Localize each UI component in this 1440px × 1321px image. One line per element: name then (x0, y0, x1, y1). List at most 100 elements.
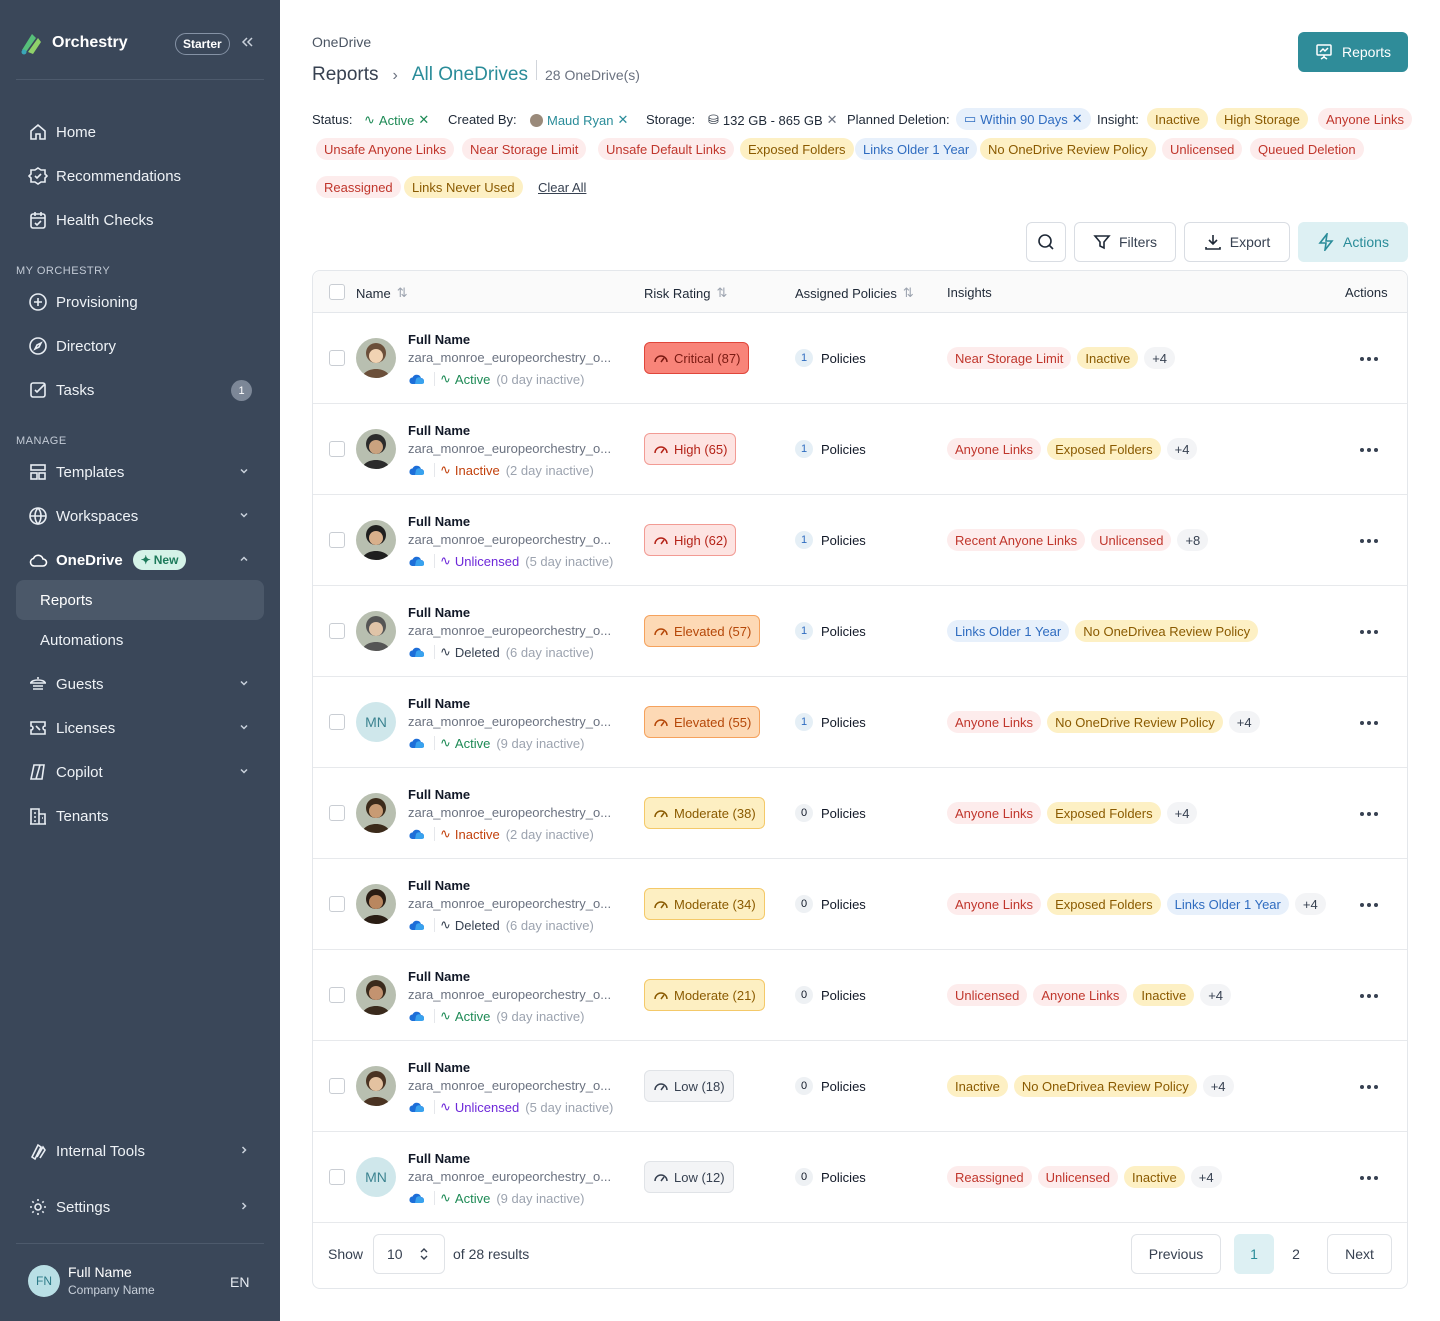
page-2-button[interactable]: 2 (1276, 1234, 1316, 1274)
table-row[interactable]: Full Name zara_monroe_europeorchestry_o.… (313, 586, 1407, 677)
breadcrumb-reports[interactable]: Reports (312, 64, 379, 86)
more-insights-chip[interactable]: +4 (1202, 1075, 1234, 1097)
insight-filter-chip[interactable]: Near Storage Limit (462, 138, 587, 160)
more-actions-icon[interactable] (1360, 1085, 1378, 1089)
assigned-policies[interactable]: 1 Policies (795, 349, 866, 367)
assigned-policies[interactable]: 1 Policies (795, 622, 866, 640)
row-checkbox[interactable] (329, 532, 345, 548)
user-full-name[interactable]: Full Name (408, 1151, 470, 1166)
row-checkbox[interactable] (329, 1078, 345, 1094)
table-row[interactable]: Full Name zara_monroe_europeorchestry_o.… (313, 859, 1407, 950)
more-actions-icon[interactable] (1360, 448, 1378, 452)
table-row[interactable]: Full Name zara_monroe_europeorchestry_o.… (313, 950, 1407, 1041)
insight-filter-chip[interactable]: Queued Deletion (1250, 138, 1364, 160)
more-actions-icon[interactable] (1360, 1176, 1378, 1180)
user-full-name[interactable]: Full Name (408, 878, 470, 893)
insight-filter-chip[interactable]: No OneDrive Review Policy (980, 138, 1156, 160)
nav-onedrive[interactable]: OneDrive ✦ New (16, 540, 264, 580)
nav-tenants[interactable]: Tenants (16, 796, 264, 836)
more-insights-chip[interactable]: +4 (1294, 893, 1326, 915)
nav-home[interactable]: Home (16, 112, 264, 152)
assigned-policies[interactable]: 0 Policies (795, 1168, 866, 1186)
export-button[interactable]: Export (1184, 222, 1290, 262)
nav-settings[interactable]: Settings (16, 1187, 264, 1227)
row-checkbox[interactable] (329, 1169, 345, 1185)
assigned-policies[interactable]: 0 Policies (795, 895, 866, 913)
remove-filter-icon[interactable]: ✕ (1072, 111, 1083, 127)
insight-filter-chip[interactable]: Inactive (1147, 108, 1208, 130)
nav-reports[interactable]: Reports (16, 580, 264, 620)
table-row[interactable]: Full Name zara_monroe_europeorchestry_o.… (313, 404, 1407, 495)
user-full-name[interactable]: Full Name (408, 605, 470, 620)
user-full-name[interactable]: Full Name (408, 1060, 470, 1075)
table-row[interactable]: Full Name zara_monroe_europeorchestry_o.… (313, 1041, 1407, 1132)
insight-filter-chip[interactable]: Exposed Folders (740, 138, 854, 160)
assigned-policies[interactable]: 0 Policies (795, 1077, 866, 1095)
remove-filter-icon[interactable]: ✕ (617, 112, 628, 128)
more-actions-icon[interactable] (1360, 903, 1378, 907)
row-checkbox[interactable] (329, 714, 345, 730)
user-full-name[interactable]: Full Name (408, 787, 470, 802)
more-insights-chip[interactable]: +4 (1228, 711, 1260, 733)
brand[interactable]: Orchestry (18, 30, 128, 56)
insight-filter-chip[interactable]: Links Never Used (404, 176, 523, 198)
column-risk[interactable]: Risk Rating ⇅ (644, 285, 727, 301)
user-full-name[interactable]: Full Name (408, 332, 470, 347)
nav-workspaces[interactable]: Workspaces (16, 496, 264, 536)
assigned-policies[interactable]: 1 Policies (795, 713, 866, 731)
more-insights-chip[interactable]: +4 (1200, 984, 1232, 1006)
more-insights-chip[interactable]: +8 (1177, 529, 1209, 551)
row-checkbox[interactable] (329, 623, 345, 639)
user-full-name[interactable]: Full Name (408, 423, 470, 438)
remove-filter-icon[interactable]: ✕ (827, 112, 838, 128)
more-insights-chip[interactable]: +4 (1166, 802, 1198, 824)
clear-all-link[interactable]: Clear All (538, 180, 586, 195)
more-actions-icon[interactable] (1360, 721, 1378, 725)
nav-internal-tools[interactable]: Internal Tools (16, 1131, 264, 1171)
assigned-policies[interactable]: 0 Policies (795, 986, 866, 1004)
more-actions-icon[interactable] (1360, 812, 1378, 816)
collapse-sidebar-icon[interactable] (240, 35, 254, 49)
column-name[interactable]: Name ⇅ (356, 285, 408, 301)
page-size-select[interactable]: 10 (373, 1234, 445, 1274)
more-insights-chip[interactable]: +4 (1144, 347, 1176, 369)
table-row[interactable]: Full Name zara_monroe_europeorchestry_o.… (313, 495, 1407, 586)
remove-filter-icon[interactable]: ✕ (418, 112, 429, 128)
nav-directory[interactable]: Directory (16, 326, 264, 366)
nav-recommendations[interactable]: Recommendations (16, 156, 264, 196)
search-button[interactable] (1026, 222, 1066, 262)
select-all-checkbox[interactable] (329, 284, 345, 300)
more-insights-chip[interactable]: +4 (1166, 438, 1198, 460)
table-row[interactable]: MN Full Name zara_monroe_europeorchestry… (313, 677, 1407, 768)
previous-button[interactable]: Previous (1131, 1234, 1221, 1274)
user-profile[interactable]: FN Full Name Company Name (28, 1264, 155, 1297)
insight-filter-chip[interactable]: Links Older 1 Year (855, 138, 978, 160)
user-full-name[interactable]: Full Name (408, 696, 470, 711)
insight-filter-chip[interactable]: Unsafe Default Links (598, 138, 734, 160)
more-actions-icon[interactable] (1360, 994, 1378, 998)
row-checkbox[interactable] (329, 896, 345, 912)
user-full-name[interactable]: Full Name (408, 514, 470, 529)
reports-button[interactable]: Reports (1298, 32, 1408, 72)
nav-tasks[interactable]: Tasks 1 (16, 370, 264, 410)
nav-automations[interactable]: Automations (16, 620, 264, 660)
nav-provisioning[interactable]: Provisioning (16, 282, 264, 322)
insight-filter-chip[interactable]: Anyone Links (1318, 108, 1413, 130)
nav-licenses[interactable]: Licenses (16, 708, 264, 748)
assigned-policies[interactable]: 1 Policies (795, 440, 866, 458)
filter-deletion-chip[interactable]: ▭ Within 90 Days ✕ (956, 108, 1091, 130)
nav-templates[interactable]: Templates (16, 452, 264, 492)
row-checkbox[interactable] (329, 350, 345, 366)
insight-filter-chip[interactable]: High Storage (1216, 108, 1308, 130)
filters-button[interactable]: Filters (1074, 222, 1176, 262)
more-actions-icon[interactable] (1360, 539, 1378, 543)
nav-copilot[interactable]: Copilot (16, 752, 264, 792)
user-full-name[interactable]: Full Name (408, 969, 470, 984)
language-selector[interactable]: EN (230, 1274, 249, 1290)
column-policies[interactable]: Assigned Policies ⇅ (795, 285, 914, 301)
more-actions-icon[interactable] (1360, 357, 1378, 361)
more-insights-chip[interactable]: +4 (1190, 1166, 1222, 1188)
actions-button[interactable]: Actions (1298, 222, 1408, 262)
insight-filter-chip[interactable]: Unlicensed (1162, 138, 1243, 160)
table-row[interactable]: Full Name zara_monroe_europeorchestry_o.… (313, 313, 1407, 404)
